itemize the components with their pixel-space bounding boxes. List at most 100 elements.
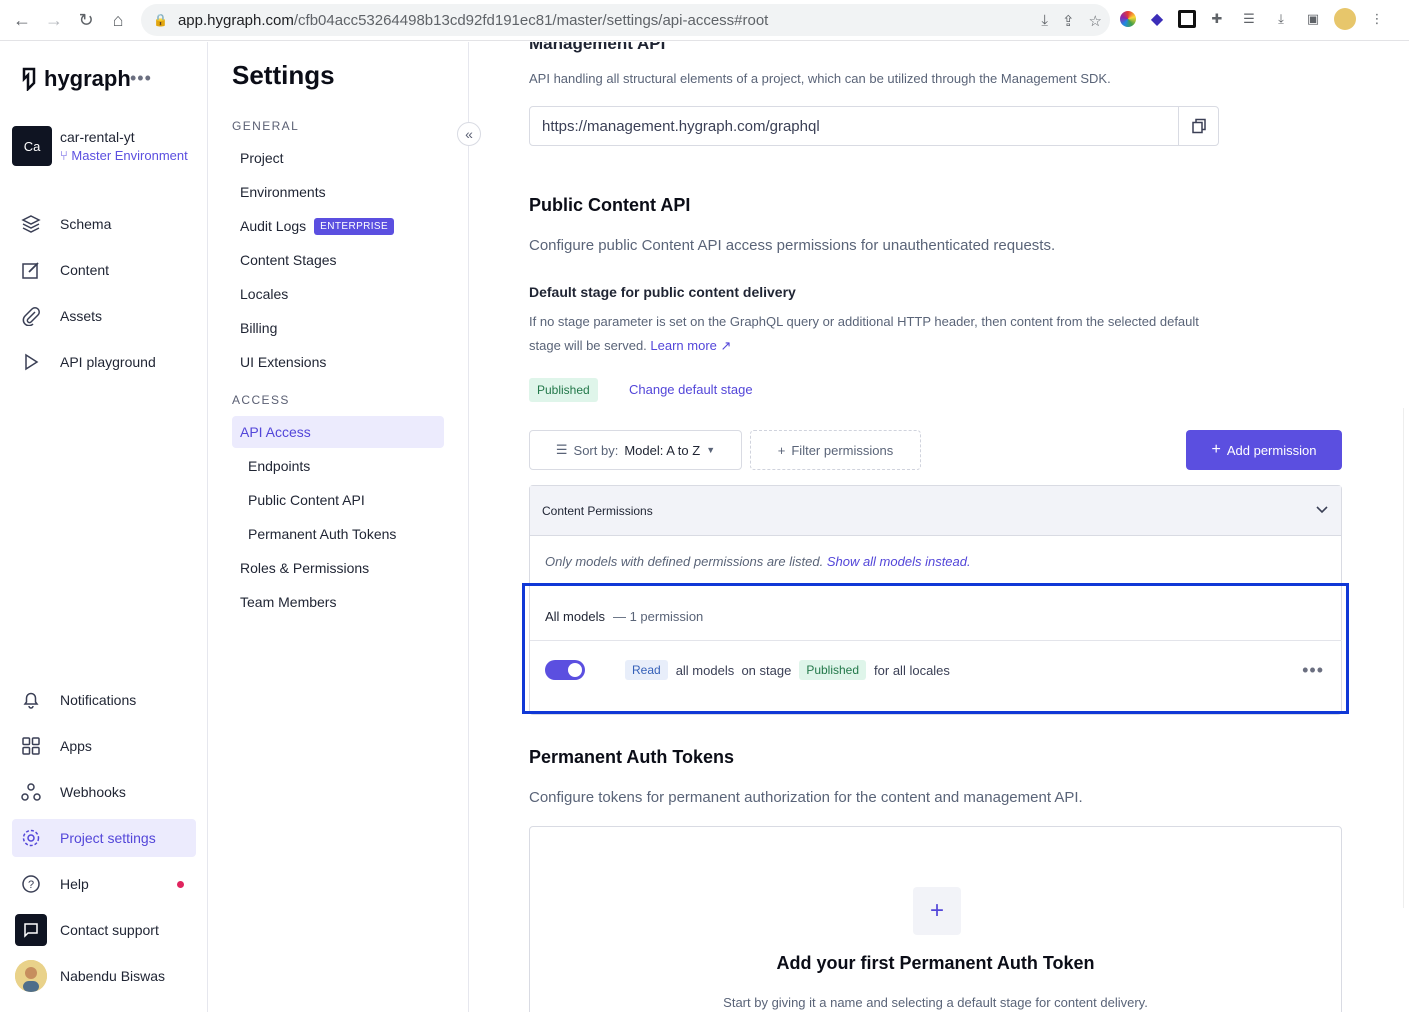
lock-icon: 🔒 [153, 13, 168, 27]
back-icon[interactable]: ← [6, 4, 38, 36]
branch-icon: ⑂ [60, 148, 72, 163]
settings-billing[interactable]: Billing [232, 312, 444, 344]
browser-toolbar: ← → ↻ ⌂ 🔒 app.hygraph.com/cfb04acc532644… [0, 0, 1409, 41]
more-icon[interactable]: ••• [130, 68, 152, 89]
chevron-down-icon[interactable] [1315, 504, 1329, 518]
learn-more-link[interactable]: Learn more ↗ [650, 338, 731, 353]
settings-locales[interactable]: Locales [232, 278, 444, 310]
stage-badge: Published [799, 660, 867, 680]
permanent-auth-tokens-title: Permanent Auth Tokens [529, 747, 735, 767]
settings-ui-extensions[interactable]: UI Extensions [232, 346, 444, 378]
paperclip-icon [20, 305, 42, 327]
nav-user-profile[interactable]: Nabendu Biswas [12, 957, 196, 995]
show-all-models-link[interactable]: Show all models instead. [827, 554, 971, 569]
environment-label[interactable]: ⑂ Master Environment [60, 148, 188, 163]
edit-icon [20, 259, 42, 281]
nav-apps[interactable]: Apps [12, 727, 196, 765]
settings-audit-logs[interactable]: Audit Logs ENTERPRISE [232, 210, 444, 242]
puzzle-extension-icon[interactable]: ✚ [1206, 8, 1228, 30]
sort-value: Model: A to Z [624, 442, 701, 458]
settings-environments[interactable]: Environments [232, 176, 444, 208]
gear-icon [20, 827, 42, 849]
main-content: Management API API handling all structur… [469, 42, 1409, 1012]
public-content-api-desc: Configure public Content API access perm… [529, 237, 1056, 254]
apps-grid-icon [20, 735, 42, 757]
scrollbar[interactable] [1403, 408, 1409, 908]
management-endpoint-field[interactable]: https://management.hygraph.com/graphql [529, 106, 1219, 146]
nav-webhooks[interactable]: Webhooks [12, 773, 196, 811]
media-queue-icon[interactable]: ☰ [1238, 8, 1260, 30]
settings-project[interactable]: Project [232, 142, 444, 174]
settings-content-stages[interactable]: Content Stages [232, 244, 444, 276]
collapse-sidebar-icon[interactable]: « [457, 122, 481, 146]
add-permission-button[interactable]: + Add permission [1186, 430, 1342, 470]
side-panel-icon[interactable]: ▣ [1302, 8, 1324, 30]
chevron-down-icon: ▼ [706, 445, 716, 455]
project-switcher[interactable]: Ca car-rental-yt ⑂ Master Environment [12, 126, 188, 166]
all-models-label: All models [545, 608, 605, 624]
settings-permanent-auth-tokens[interactable]: Permanent Auth Tokens [232, 518, 444, 550]
user-name: Nabendu Biswas [60, 968, 166, 984]
sort-dropdown[interactable]: ☰ Sort by: Model: A to Z ▼ [529, 430, 742, 470]
bookmark-star-icon[interactable]: ☆ [1089, 12, 1102, 30]
sort-icon: ☰ [555, 442, 568, 457]
home-icon[interactable]: ⌂ [102, 4, 134, 36]
svg-text:?: ? [28, 879, 34, 891]
hygraph-logo-icon [22, 67, 36, 91]
forward-icon[interactable]: → [38, 4, 70, 36]
profile-avatar-icon[interactable] [1334, 8, 1356, 30]
webhook-icon [20, 781, 42, 803]
perm-on-stage: on stage [741, 662, 792, 678]
nav-label: Apps [60, 738, 92, 754]
address-bar[interactable]: 🔒 app.hygraph.com/cfb04acc53264498b13cd9… [141, 4, 1110, 36]
primary-nav: hygraph ••• Ca car-rental-yt ⑂ Master En… [0, 42, 208, 1012]
permission-toggle[interactable] [545, 660, 585, 680]
settings-roles-permissions[interactable]: Roles & Permissions [232, 552, 444, 584]
copy-icon[interactable] [1178, 107, 1218, 145]
add-token-plus-icon[interactable]: + [913, 887, 961, 935]
nav-label: Webhooks [60, 784, 126, 800]
hygraph-logo[interactable]: hygraph [20, 66, 131, 92]
reload-icon[interactable]: ↻ [70, 4, 102, 36]
url-path: /cfb04acc53264498b13cd92fd191ec81/master… [293, 11, 769, 29]
public-content-api-title: Public Content API [529, 195, 691, 215]
nav-label: Project settings [60, 830, 156, 846]
perm-locales: for all locales [874, 662, 950, 678]
content-permissions-header[interactable]: Content Permissions [530, 486, 1341, 536]
square-extension-icon[interactable] [1178, 10, 1196, 28]
nav-label: Help [60, 876, 89, 892]
download-icon[interactable]: ⤓ [1270, 8, 1292, 30]
empty-state-title: Add your first Permanent Auth Token [776, 953, 1095, 973]
nav-notifications[interactable]: Notifications [12, 681, 196, 719]
project-name: car-rental-yt [60, 129, 135, 145]
settings-sidebar: Settings « GENERAL Project Environments … [208, 42, 481, 1012]
nav-schema[interactable]: Schema [12, 205, 196, 243]
more-options-icon[interactable]: ••• [1302, 660, 1324, 681]
default-stage-title: Default stage for public content deliver… [529, 284, 796, 300]
color-extension-icon[interactable] [1120, 11, 1136, 27]
management-endpoint-value: https://management.hygraph.com/graphql [542, 117, 820, 135]
browser-menu-icon[interactable]: ⋮ [1366, 8, 1388, 30]
chat-icon [15, 914, 47, 946]
nav-assets[interactable]: Assets [12, 297, 196, 335]
install-icon[interactable]: ⤓ [1041, 12, 1048, 30]
bell-icon [20, 689, 42, 711]
change-default-stage-link[interactable]: Change default stage [629, 382, 753, 397]
brand-name: hygraph [44, 66, 131, 91]
all-models-row: All models — 1 permission [530, 592, 1342, 641]
nav-help[interactable]: ? Help [12, 865, 196, 903]
nav-api-playground[interactable]: API playground [12, 343, 196, 381]
settings-api-access[interactable]: API Access [232, 416, 444, 448]
settings-endpoints[interactable]: Endpoints [232, 450, 444, 482]
nav-label: Content [60, 262, 110, 278]
share-icon[interactable]: ⇪ [1062, 12, 1075, 30]
settings-public-content-api[interactable]: Public Content API [232, 484, 444, 516]
cube-extension-icon[interactable]: ◆ [1146, 8, 1168, 30]
filter-permissions-button[interactable]: + Filter permissions [750, 430, 921, 470]
nav-content[interactable]: Content [12, 251, 196, 289]
settings-team-members[interactable]: Team Members [232, 586, 444, 618]
nav-contact-support[interactable]: Contact support [12, 911, 196, 949]
nav-label: Contact support [60, 922, 159, 938]
models-note: Only models with defined permissions are… [545, 554, 971, 569]
nav-project-settings[interactable]: Project settings [12, 819, 196, 857]
